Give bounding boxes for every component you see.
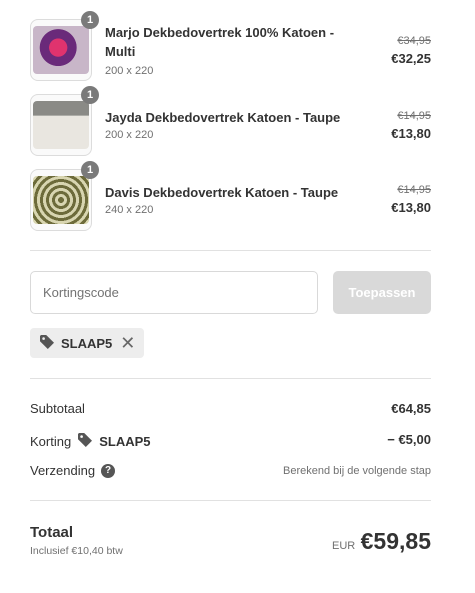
subtotal-row: Subtotaal €64,85 (30, 401, 431, 419)
tag-icon (77, 432, 93, 451)
original-price: €14,95 (397, 184, 431, 196)
original-price: €34,95 (397, 35, 431, 47)
divider (30, 250, 431, 251)
shipping-row: Verzending ? Berekend bij de volgende st… (30, 463, 431, 481)
divider (30, 500, 431, 501)
discount-code: SLAAP5 (99, 434, 151, 449)
tax-note: Inclusief €10,40 btw (30, 545, 123, 557)
shipping-label: Verzending (30, 463, 96, 478)
subtotal-value: €64,85 (391, 401, 431, 416)
item-variant: 200 x 220 (105, 129, 154, 141)
product-image: 1 (30, 11, 99, 81)
cart-item: 1 Marjo Dekbedovertrek 100% Katoen - Mul… (30, 11, 431, 81)
total-label: Totaal (30, 524, 74, 541)
cart-item: 1 Jayda Dekbedovertrek Katoen - Taupe 20… (30, 86, 431, 156)
original-price: €14,95 (397, 110, 431, 122)
quantity-badge: 1 (81, 161, 99, 179)
discount-label: Korting (30, 434, 72, 449)
subtotal-label: Subtotaal (30, 401, 85, 416)
item-variant: 200 x 220 (105, 65, 154, 77)
item-title: Davis Dekbedovertrek Katoen - Taupe (105, 185, 339, 200)
product-image: 1 (30, 161, 99, 231)
question-icon[interactable]: ? (101, 463, 116, 478)
shipping-value: Berekend bij de volgende stap (283, 465, 431, 477)
currency-code: EUR (332, 540, 356, 552)
divider (30, 378, 431, 379)
cart-item: 1 Davis Dekbedovertrek Katoen - Taupe 24… (30, 161, 431, 231)
quantity-badge: 1 (81, 11, 99, 29)
applied-discount-code: SLAAP5 (61, 335, 113, 351)
total-amount: €59,85 (360, 528, 431, 554)
item-price: €32,25 (391, 51, 431, 66)
discount-value: − €5,00 (387, 432, 431, 447)
discount-code-input[interactable] (30, 271, 318, 314)
item-price: €13,80 (391, 200, 431, 215)
tag-icon (39, 334, 55, 353)
item-title: Marjo Dekbedovertrek 100% Katoen - Multi (105, 25, 335, 59)
product-image: 1 (30, 86, 99, 156)
discount-row: Korting SLAAP5 − €5,00 (30, 432, 431, 450)
close-icon[interactable]: ✕ (120, 334, 135, 352)
quantity-badge: 1 (81, 86, 99, 104)
item-price: €13,80 (391, 126, 431, 141)
item-title: Jayda Dekbedovertrek Katoen - Taupe (105, 110, 341, 125)
item-variant: 240 x 220 (105, 204, 154, 216)
applied-discount-tag: SLAAP5 ✕ (30, 328, 145, 358)
apply-discount-button[interactable]: Toepassen (333, 271, 431, 314)
